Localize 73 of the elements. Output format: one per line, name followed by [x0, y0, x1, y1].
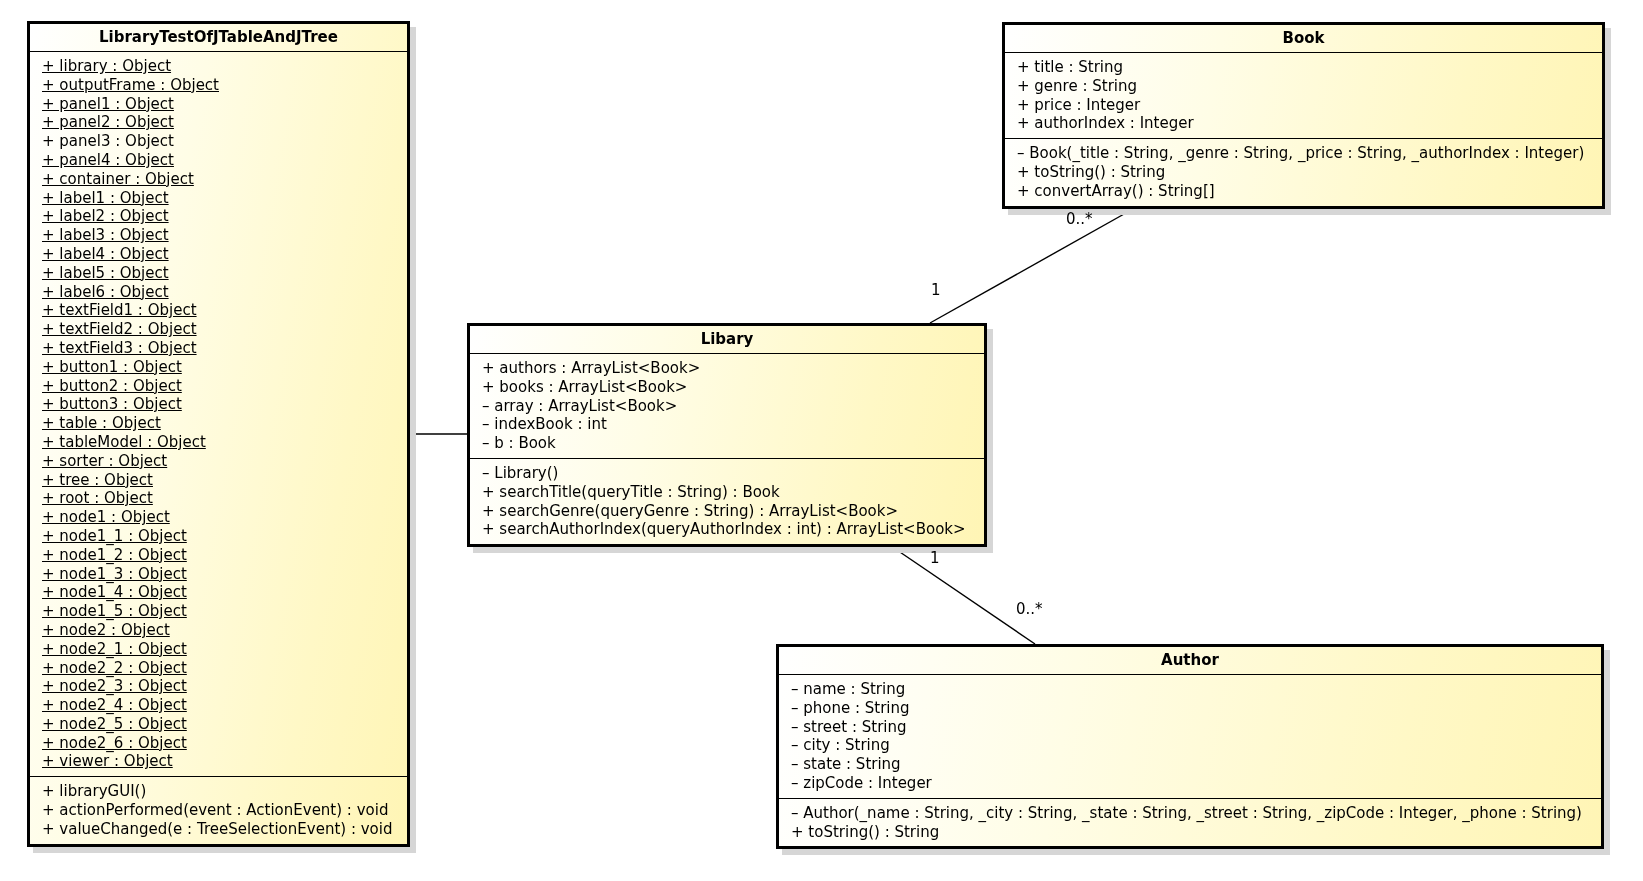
attribute-text: + node2 : Object [42, 620, 170, 640]
attribute-text: – street : String [791, 717, 907, 737]
operation-text: + convertArray() : String[] [1017, 181, 1215, 201]
attribute-text: – state : String [791, 755, 901, 774]
attribute-text: + viewer : Object [42, 752, 173, 772]
attribute-text: + label1 : Object [42, 188, 169, 208]
operation-text: + valueChanged(e : TreeSelectionEvent) : void [42, 819, 393, 839]
attribute-text: + label2 : Object [42, 207, 169, 227]
attribute-text: – phone : String [791, 698, 910, 718]
attribute-text: + node1_4 : Object [42, 583, 187, 603]
attribute-text: + panel4 : Object [42, 151, 174, 170]
operation-text: + searchTitle(queryTitle : String) : Book [482, 482, 780, 502]
attribute-text: – array : ArrayList<Book> [482, 396, 678, 416]
multiplicity-label: 0..* [1066, 211, 1093, 228]
attribute-text: + node1_5 : Object [42, 602, 187, 621]
attribute-text: + books : ArrayList<Book> [482, 377, 688, 397]
attribute-text: + label5 : Object [42, 263, 169, 283]
attribute-text: + label4 : Object [42, 244, 169, 264]
attribute-text: + sorter : Object [42, 451, 168, 471]
attribute-text: + node1_2 : Object [42, 545, 187, 565]
attribute-text: + node2_4 : Object [42, 696, 187, 715]
attribute-text: + node2_5 : Object [42, 714, 187, 734]
attribute-text: + node1_3 : Object [42, 564, 187, 584]
operation-text: + searchAuthorIndex(queryAuthorIndex : int) : ArrayList<Book> [482, 520, 966, 540]
attribute-text: + table : Object [42, 414, 161, 433]
attribute-text: + textField1 : Object [42, 301, 197, 321]
attribute-text: + authors : ArrayList<Book> [482, 359, 701, 378]
attribute-text: + button2 : Object [42, 376, 182, 396]
attribute-text: + outputFrame : Object [42, 75, 219, 95]
class-name: Libary [700, 330, 754, 348]
operation-text: – Book(_title : String, _genre : String, _price : String, _authorIndex : Integer) [1017, 144, 1585, 163]
attribute-text: + node2_1 : Object [42, 639, 187, 659]
operation-text: – Author(_name : String, _city : String, _state : String, _street : String, _zipCode : Integer, _phone : String) [791, 803, 1582, 823]
attribute-text: + panel1 : Object [42, 94, 174, 114]
class-name: Book [1282, 29, 1325, 47]
attribute-text: + root : Object [42, 489, 153, 509]
attribute-text: + node1 : Object [42, 508, 170, 527]
attribute-text: + tree : Object [42, 470, 153, 490]
multiplicity-label: 1 [931, 282, 941, 299]
class-name: LibraryTestOfJTableAndJTree [99, 28, 338, 46]
attribute-text: + authorIndex : Integer [1017, 114, 1194, 134]
attribute-text: + node2_6 : Object [42, 733, 187, 753]
attribute-text: – zipCode : Integer [791, 774, 932, 793]
attribute-text: – city : String [791, 736, 890, 756]
operation-text: + libraryGUI() [42, 782, 147, 802]
attribute-text: + price : Integer [1017, 95, 1141, 115]
attribute-text: + textField2 : Object [42, 320, 197, 339]
attribute-text: + node2_3 : Object [42, 677, 187, 697]
attribute-text: + panel2 : Object [42, 113, 174, 133]
operation-text: + searchGenre(queryGenre : String) : ArrayList<Book> [482, 501, 899, 521]
class-name: Author [1161, 651, 1219, 669]
attribute-text: + container : Object [42, 169, 194, 189]
attribute-text: + button3 : Object [42, 395, 182, 415]
attribute-text: – name : String [791, 680, 906, 699]
operation-text: – Library() [482, 464, 559, 483]
attribute-text: – indexBook : int [482, 415, 607, 435]
operation-text: + toString() : String [1017, 163, 1166, 182]
multiplicity-label: 1 [930, 550, 940, 567]
attribute-text: + label6 : Object [42, 282, 169, 302]
attribute-text: + node2_2 : Object [42, 658, 187, 678]
operation-text: + toString() : String [791, 822, 940, 842]
attribute-text: + label3 : Object [42, 226, 169, 245]
attribute-text: + textField3 : Object [42, 338, 197, 358]
attribute-text: – b : Book [482, 434, 556, 453]
attribute-text: + title : String [1017, 58, 1124, 77]
attribute-text: + library : Object [42, 57, 172, 76]
attribute-text: + panel3 : Object [42, 132, 174, 151]
attribute-text: + genre : String [1017, 76, 1137, 96]
attribute-text: + tableModel : Object [42, 432, 206, 452]
operation-text: + actionPerformed(event : ActionEvent) : void [42, 801, 389, 820]
attribute-text: + node1_1 : Object [42, 526, 187, 546]
multiplicity-label: 0..* [1016, 601, 1043, 618]
attribute-text: + button1 : Object [42, 357, 182, 377]
